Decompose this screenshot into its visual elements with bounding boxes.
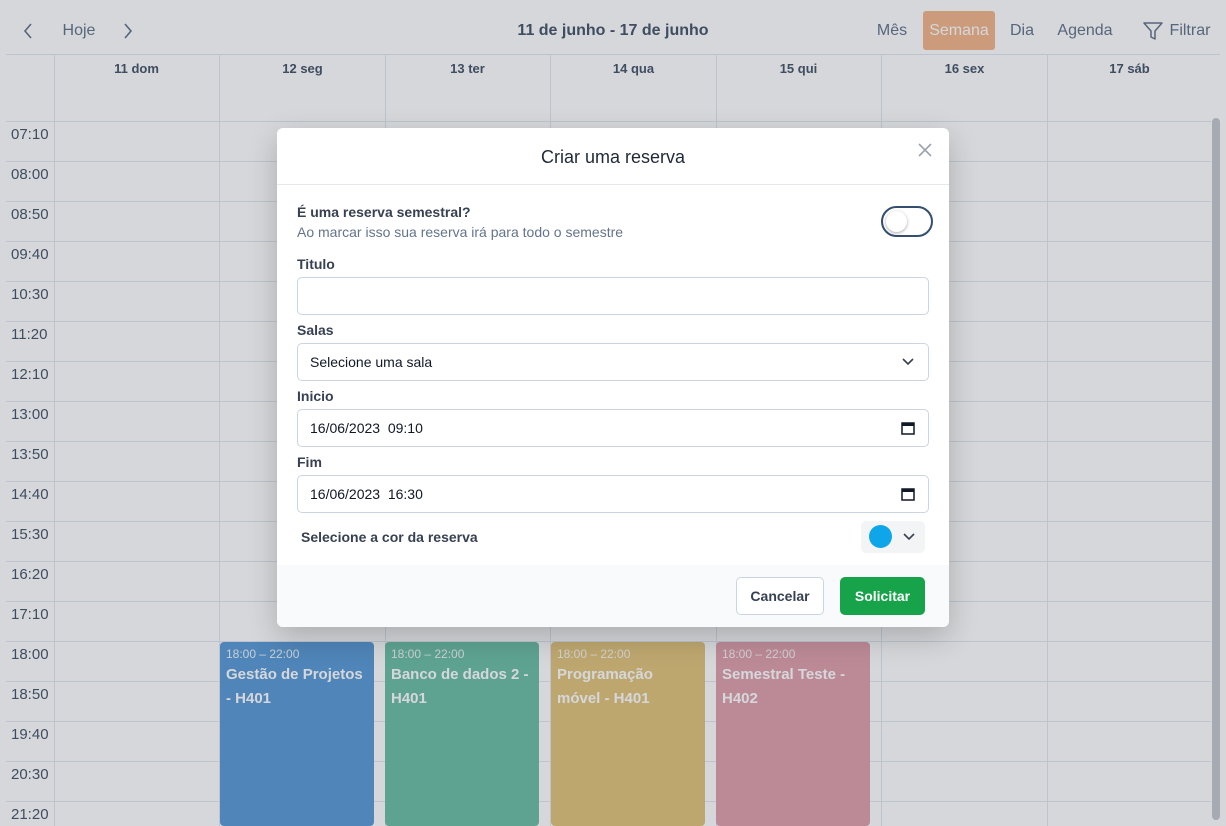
start-datetime-input[interactable]: 16/06/2023 09:10 (297, 409, 929, 447)
submit-button[interactable]: Solicitar (840, 577, 925, 615)
color-picker[interactable] (861, 521, 925, 553)
modal-header: Criar uma reserva (277, 128, 949, 185)
start-datetime-value: 16/06/2023 09:10 (310, 420, 423, 436)
color-label: Selecione a cor da reserva (301, 529, 478, 545)
start-label: Inicio (297, 388, 334, 404)
cancel-button[interactable]: Cancelar (736, 577, 824, 615)
end-datetime-input[interactable]: 16/06/2023 16:30 (297, 475, 929, 513)
close-icon (918, 143, 932, 157)
title-input[interactable] (297, 277, 929, 315)
title-label: Titulo (297, 256, 335, 272)
calendar-icon[interactable] (900, 420, 916, 436)
chevron-down-icon (900, 354, 916, 370)
toggle-knob (886, 211, 907, 232)
rooms-label: Salas (297, 322, 334, 338)
close-button[interactable] (913, 138, 937, 162)
end-datetime-value: 16/06/2023 16:30 (310, 486, 423, 502)
semester-toggle[interactable] (881, 206, 933, 237)
room-select-value: Selecione uma sala (310, 354, 433, 370)
semester-help-text: Ao marcar isso sua reserva irá para todo… (297, 224, 624, 240)
chevron-down-icon (903, 533, 915, 541)
room-select[interactable]: Selecione uma sala (297, 343, 929, 381)
create-reservation-modal: Criar uma reserva É uma reserva semestra… (277, 128, 949, 627)
modal-footer: Cancelar Solicitar (277, 565, 949, 627)
modal-title: Criar uma reserva (540, 147, 686, 167)
semester-label: É uma reserva semestral? (297, 204, 471, 220)
calendar-icon[interactable] (900, 486, 916, 502)
color-swatch (869, 525, 892, 548)
end-label: Fim (297, 454, 322, 470)
